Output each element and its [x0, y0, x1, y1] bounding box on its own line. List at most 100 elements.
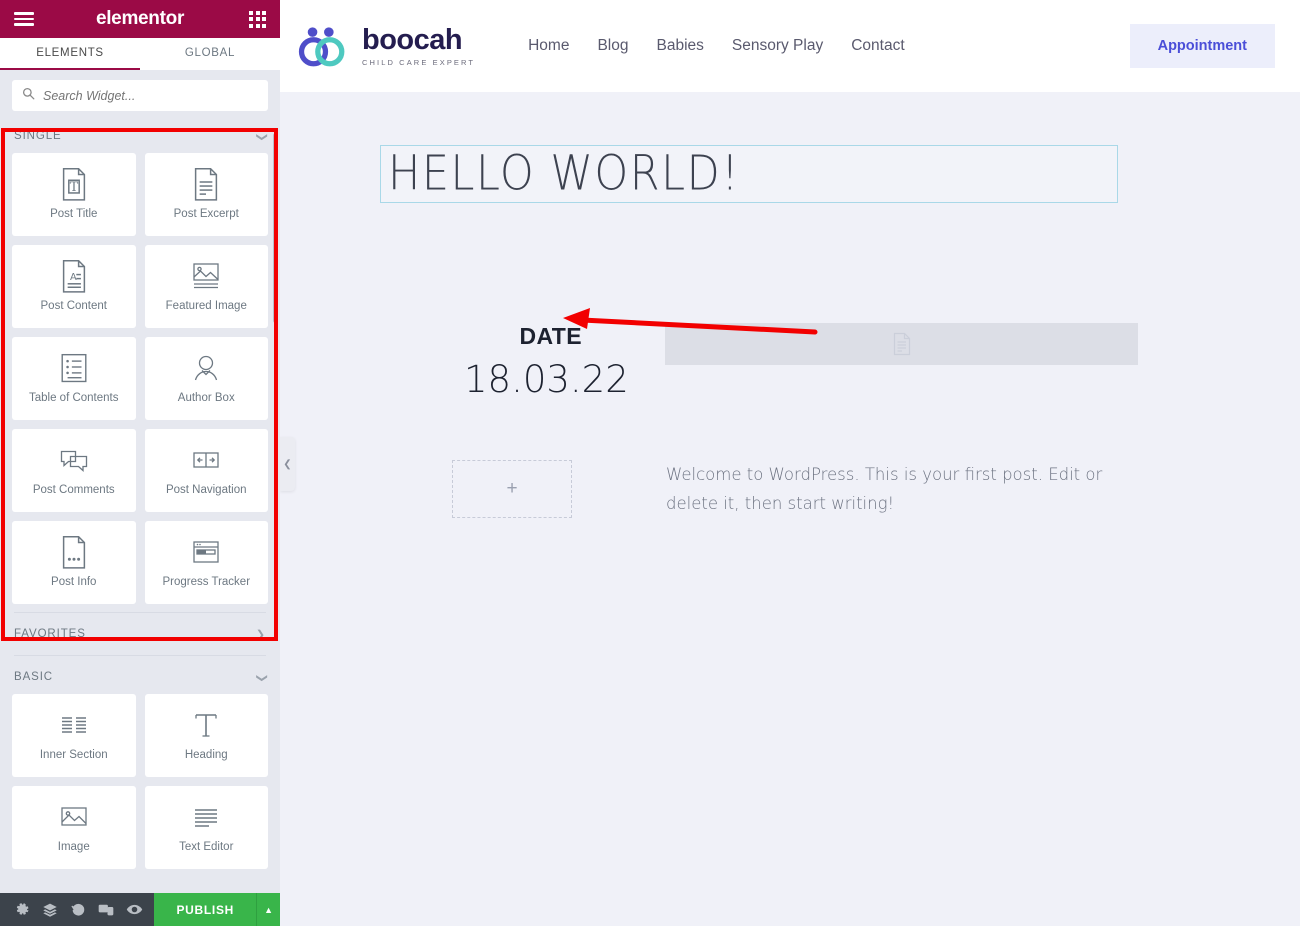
date-label: DATE — [519, 323, 582, 349]
nav-item-home[interactable]: Home — [528, 37, 569, 55]
tab-global[interactable]: GLOBAL — [140, 38, 280, 70]
nav-item-contact[interactable]: Contact — [851, 37, 904, 55]
widget-post-content[interactable]: A Post Content — [12, 245, 136, 328]
post-excerpt-icon — [191, 167, 221, 201]
nav-item-babies[interactable]: Babies — [656, 37, 703, 55]
hamburger-icon[interactable] — [14, 12, 34, 26]
category-separator — [14, 655, 266, 656]
chevron-right-icon: ❯ — [255, 628, 266, 641]
widget-grid-single: T Post Title Post Excerpt A Post Content Feat… — [0, 153, 280, 608]
widget-label: Post Info — [51, 576, 97, 588]
widget-post-excerpt[interactable]: Post Excerpt — [144, 153, 268, 236]
progress-tracker-icon — [191, 537, 221, 567]
widget-label: Text Editor — [179, 841, 234, 853]
post-meta-row: DATE 18.03.22 — [280, 323, 1300, 402]
widget-label: Featured Image — [165, 300, 247, 312]
tab-elements[interactable]: ELEMENTS — [0, 38, 140, 70]
post-content-text: Welcome to WordPress. This is your first… — [666, 465, 1103, 514]
featured-image-icon — [191, 261, 221, 291]
widget-label: Post Comments — [32, 484, 115, 496]
post-content-icon: A — [59, 259, 89, 293]
page-title: HELLO WORLD! — [388, 146, 740, 202]
category-header-single[interactable]: SINGLE ❮ — [0, 119, 280, 153]
date-value: 18.03.22 — [464, 358, 629, 401]
boocah-logo-icon — [298, 27, 345, 67]
widget-label: Progress Tracker — [162, 576, 251, 588]
category-title: FAVORITES — [14, 628, 86, 640]
svg-text:A: A — [70, 271, 77, 282]
category-header-basic[interactable]: BASIC ❮ — [0, 660, 280, 694]
featured-image-placeholder[interactable] — [665, 323, 1138, 365]
post-body: HELLO WORLD! DATE 18.03.22 + Welcome to … — [280, 145, 1300, 519]
widget-label: Inner Section — [39, 749, 108, 761]
panel-scrollbar[interactable] — [273, 133, 278, 323]
widget-image[interactable]: Image — [12, 786, 136, 869]
widget-label: Author Box — [177, 392, 235, 404]
chevron-left-icon[interactable]: ❮ — [280, 437, 295, 491]
widget-label: Post Navigation — [165, 484, 247, 496]
eye-icon[interactable] — [120, 893, 148, 926]
widget-table-of-contents[interactable]: Table of Contents — [12, 337, 136, 420]
nav-item-sensory-play[interactable]: Sensory Play — [732, 37, 823, 55]
add-widget-button[interactable]: + — [452, 460, 572, 519]
widget-post-comments[interactable]: Post Comments — [12, 429, 136, 512]
widget-label: Post Content — [40, 300, 107, 312]
nav-item-blog[interactable]: Blog — [597, 37, 628, 55]
widget-categories: SINGLE ❮ T Post Title Post Excerpt A Post Cont… — [0, 119, 280, 873]
heading-icon — [191, 710, 221, 740]
panel-scroll-area[interactable]: SINGLE ❮ T Post Title Post Excerpt A Post Cont… — [0, 119, 280, 893]
post-title-icon: T — [59, 167, 89, 201]
table-of-contents-icon — [59, 353, 89, 383]
widget-post-title[interactable]: T Post Title — [12, 153, 136, 236]
category-separator — [14, 612, 266, 613]
site-logo[interactable]: boocah CHILD CARE EXPERT — [298, 23, 475, 69]
category-title: SINGLE — [14, 130, 62, 142]
layers-icon[interactable] — [36, 893, 64, 926]
panel-tabs: ELEMENTS GLOBAL — [0, 38, 280, 70]
post-date-block: DATE 18.03.22 — [280, 323, 629, 402]
widget-featured-image[interactable]: Featured Image — [144, 245, 268, 328]
widget-label: Post Title — [50, 208, 98, 220]
widget-post-info[interactable]: Post Info — [12, 521, 136, 604]
category-header-favorites[interactable]: FAVORITES ❯ — [0, 617, 280, 651]
post-navigation-icon — [191, 445, 221, 475]
search-input[interactable] — [43, 88, 258, 103]
widget-progress-tracker[interactable]: Progress Tracker — [144, 521, 268, 604]
caret-up-icon[interactable]: ▲ — [256, 893, 281, 926]
grid-apps-icon[interactable] — [249, 10, 266, 28]
elementor-editor: elementor ELEMENTS GLOBAL SINGLE ❮ T Post T… — [0, 0, 1300, 926]
search-section — [0, 70, 280, 119]
panel-footer-toolbar: PUBLISH ▲ — [0, 893, 281, 926]
widget-label: Image — [57, 841, 90, 853]
widget-heading[interactable]: Heading — [144, 694, 268, 777]
widget-text-editor[interactable]: Text Editor — [144, 786, 268, 869]
responsive-icon[interactable] — [92, 893, 120, 926]
widget-post-navigation[interactable]: Post Navigation — [144, 429, 268, 512]
post-title-widget[interactable]: HELLO WORLD! — [380, 145, 1118, 203]
gear-icon[interactable] — [8, 893, 36, 926]
post-comments-icon — [59, 445, 89, 475]
text-editor-icon — [191, 802, 221, 832]
widget-label: Table of Contents — [28, 392, 119, 404]
widget-author-box[interactable]: Author Box — [144, 337, 268, 420]
search-box[interactable] — [12, 80, 268, 111]
post-content-row: + Welcome to WordPress. This is your fir… — [280, 460, 1300, 519]
site-header: boocah CHILD CARE EXPERT Home Blog Babie… — [280, 0, 1300, 92]
elementor-brand-title: elementor — [95, 8, 185, 29]
publish-button[interactable]: PUBLISH — [154, 893, 257, 926]
widget-label: Post Excerpt — [173, 208, 239, 220]
logo-tagline: CHILD CARE EXPERT — [362, 57, 476, 67]
widget-inner-section[interactable]: Inner Section — [12, 694, 136, 777]
chevron-down-icon: ❮ — [255, 130, 268, 142]
widget-grid-basic: Inner Section Heading Image Text Editor — [0, 694, 280, 873]
search-icon — [22, 87, 35, 105]
logo-name: boocah — [362, 23, 463, 56]
svg-text:T: T — [70, 179, 79, 194]
inner-section-icon — [59, 710, 89, 740]
appointment-button[interactable]: Appointment — [1129, 24, 1275, 68]
document-icon — [893, 332, 910, 356]
history-icon[interactable] — [64, 893, 92, 926]
category-title: BASIC — [14, 671, 54, 683]
chevron-down-icon: ❮ — [255, 671, 268, 683]
widget-label: Heading — [184, 749, 228, 761]
